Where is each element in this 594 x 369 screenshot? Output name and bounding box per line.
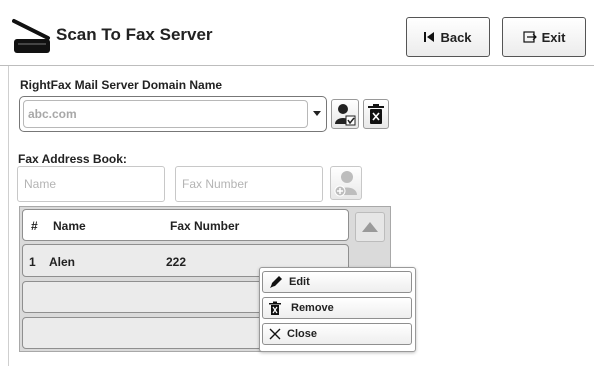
pencil-icon [270, 276, 282, 288]
delete-domain-button[interactable] [363, 99, 389, 129]
col-header-num: # [31, 219, 38, 233]
scanner-icon [12, 17, 52, 57]
back-arrow-icon [424, 32, 435, 42]
menu-item-edit-label: Edit [289, 276, 310, 288]
name-input-placeholder: Name [24, 177, 57, 191]
row-num: 1 [29, 255, 36, 269]
user-select-icon [335, 104, 356, 126]
trash-icon [368, 104, 384, 124]
fax-number-input-placeholder: Fax Number [182, 177, 249, 191]
menu-item-remove-label: Remove [291, 302, 334, 314]
menu-item-edit[interactable]: Edit [262, 271, 412, 293]
exit-button[interactable]: Exit [502, 17, 586, 57]
back-button[interactable]: Back [406, 17, 490, 57]
exit-button-label: Exit [541, 29, 566, 45]
page-title: Scan To Fax Server [56, 25, 213, 44]
row-fax: 222 [166, 255, 187, 269]
fax-number-input[interactable]: Fax Number [175, 166, 323, 202]
chevron-down-icon[interactable] [313, 111, 321, 117]
row-name: Alen [49, 255, 76, 269]
x-icon [269, 328, 281, 340]
menu-item-close-label: Close [287, 328, 317, 340]
menu-item-remove[interactable]: Remove [262, 297, 412, 319]
domain-select[interactable]: abc.com [19, 96, 327, 132]
add-contact-icon [334, 171, 357, 197]
domain-label: RightFax Mail Server Domain Name [20, 78, 223, 92]
name-input[interactable]: Name [17, 166, 165, 202]
left-divider [8, 66, 9, 366]
triangle-up-icon [362, 222, 378, 232]
list-header-row: # Name Fax Number [22, 209, 349, 241]
add-contact-button[interactable] [330, 166, 362, 200]
user-select-button[interactable] [331, 99, 359, 129]
col-header-fax: Fax Number [170, 219, 240, 233]
address-book-label: Fax Address Book: [18, 152, 127, 166]
domain-value: abc.com [28, 107, 77, 121]
exit-icon [522, 31, 537, 43]
col-header-name: Name [53, 219, 86, 233]
menu-item-close[interactable]: Close [262, 323, 412, 345]
back-button-label: Back [440, 29, 472, 45]
trash-icon [269, 301, 281, 315]
scroll-up-button[interactable] [355, 212, 385, 242]
